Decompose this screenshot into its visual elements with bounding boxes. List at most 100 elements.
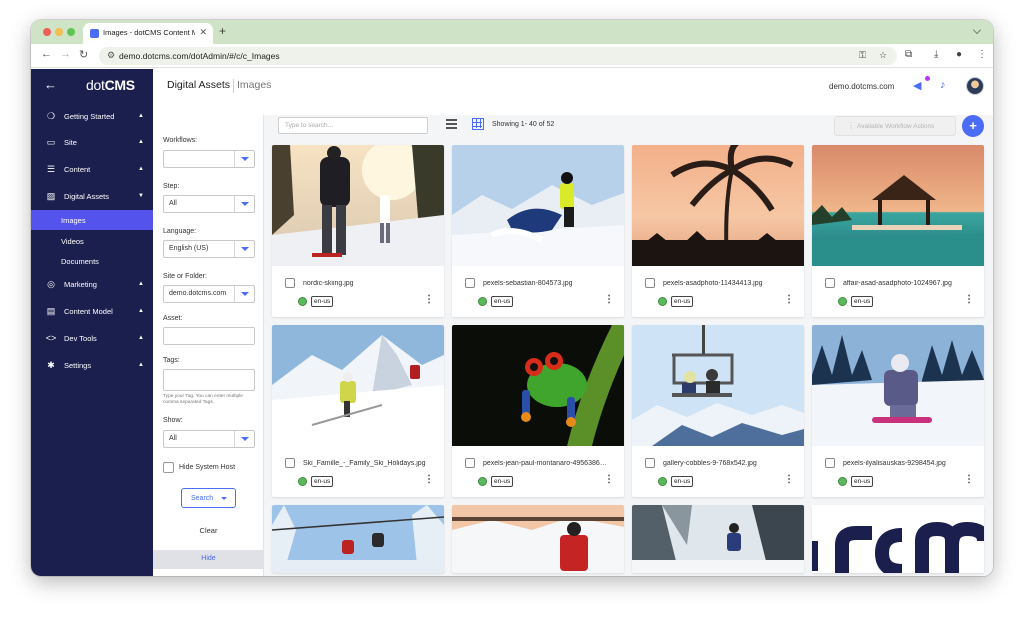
asset-title[interactable]: pexels-asadphoto-11434413.jpg xyxy=(663,280,788,287)
close-tab-icon[interactable]: ✕ xyxy=(199,27,207,38)
step-dropdown[interactable]: All xyxy=(163,195,255,213)
dropdown-caret-icon[interactable] xyxy=(234,151,254,167)
asset-thumbnail[interactable] xyxy=(632,145,804,266)
tags-input[interactable] xyxy=(163,369,255,391)
asset-card[interactable]: gallery-cobbles-9-768x542.jpg en-us ⋮ xyxy=(632,325,804,497)
profile-icon[interactable]: ● xyxy=(956,49,962,60)
more-actions-icon[interactable]: ⋮ xyxy=(964,475,974,485)
sidebar-subitem-videos[interactable]: Videos xyxy=(31,231,153,251)
asset-card[interactable]: pexels-ilyalisauskas-9298454.jpg en-us ⋮ xyxy=(812,325,984,497)
browser-menu-icon[interactable]: ⋮ xyxy=(977,49,987,60)
download-icon[interactable]: ⤓ xyxy=(934,49,938,60)
sidebar-item-content[interactable]: ☰ Content ▲ xyxy=(31,157,153,183)
asset-card[interactable]: nordic-skiing.jpg en-us ⋮ xyxy=(272,145,444,317)
sidebar-item-site[interactable]: ▭ Site ▲ xyxy=(31,130,153,156)
asset-thumbnail[interactable] xyxy=(632,505,804,573)
asset-thumbnail[interactable] xyxy=(452,505,624,573)
asset-title[interactable]: Ski_Famille_-_Family_Ski_Holidays.jpg xyxy=(303,460,428,467)
asset-thumbnail[interactable] xyxy=(632,325,804,446)
asset-thumbnail[interactable] xyxy=(452,325,624,446)
dropdown-caret-icon[interactable] xyxy=(234,286,254,302)
collapse-sidebar-arrow-icon[interactable]: ← xyxy=(44,77,57,92)
asset-card[interactable] xyxy=(272,505,444,573)
asset-title[interactable]: pexels-ilyalisauskas-9298454.jpg xyxy=(843,460,968,467)
sidebar-item-content-model[interactable]: ▤ Content Model ▲ xyxy=(31,299,153,325)
more-actions-icon[interactable]: ⋮ xyxy=(964,295,974,305)
clear-button[interactable]: Clear xyxy=(153,526,264,535)
asset-title[interactable]: pexels-jean-paul-montanaro-49563862-... xyxy=(483,460,608,467)
search-button[interactable]: Search xyxy=(181,488,236,508)
sidebar-item-marketing[interactable]: ◎ Marketing ▲ xyxy=(31,272,153,298)
address-bar[interactable]: ⚙ demo.dotcms.com/dotAdmin/#/c/c_Images … xyxy=(99,47,897,65)
list-view-icon[interactable] xyxy=(446,119,457,129)
sidebar-item-getting-started[interactable]: ❍ Getting Started ▲ xyxy=(31,104,153,130)
asset-title[interactable]: pexels-sebastian-804573.jpg xyxy=(483,280,608,287)
asset-card[interactable] xyxy=(452,505,624,573)
site-selector[interactable]: demo.dotcms.com xyxy=(829,82,894,91)
asset-thumbnail[interactable] xyxy=(452,145,624,266)
asset-thumbnail[interactable] xyxy=(272,505,444,573)
asset-card[interactable]: pexels-jean-paul-montanaro-49563862-... … xyxy=(452,325,624,497)
close-window-button[interactable] xyxy=(43,28,51,36)
hide-system-host-checkbox[interactable] xyxy=(163,462,174,473)
asset-input[interactable] xyxy=(163,327,255,345)
forward-arrow-icon[interactable]: → xyxy=(60,48,71,60)
more-actions-icon[interactable]: ⋮ xyxy=(424,475,434,485)
asset-select-checkbox[interactable] xyxy=(285,278,295,288)
tab-search-chevron-icon[interactable] xyxy=(973,26,981,34)
browser-tab[interactable]: Images - dotCMS Content Ma ✕ xyxy=(83,23,213,44)
dropdown-caret-icon[interactable] xyxy=(234,431,254,447)
asset-select-checkbox[interactable] xyxy=(465,458,475,468)
asset-card[interactable] xyxy=(632,505,804,573)
more-actions-icon[interactable]: ⋮ xyxy=(604,295,614,305)
key-icon[interactable]: ⚿ xyxy=(859,50,866,61)
asset-thumbnail[interactable] xyxy=(812,325,984,446)
asset-card[interactable] xyxy=(812,505,984,573)
asset-card[interactable]: pexels-asadphoto-11434413.jpg en-us ⋮ xyxy=(632,145,804,317)
minimize-window-button[interactable] xyxy=(55,28,63,36)
grid-view-icon[interactable] xyxy=(472,118,484,130)
asset-title[interactable]: nordic-skiing.jpg xyxy=(303,280,428,287)
reload-icon[interactable]: ↻ xyxy=(79,48,88,61)
asset-title[interactable]: affair-asad-asadphoto-1024967.jpg xyxy=(843,280,968,287)
sidebar-subitem-documents[interactable]: Documents xyxy=(31,251,153,271)
asset-thumbnail[interactable] xyxy=(812,145,984,266)
more-actions-icon[interactable]: ⋮ xyxy=(604,475,614,485)
new-tab-icon[interactable]: + xyxy=(219,24,226,38)
workflows-dropdown[interactable] xyxy=(163,150,255,168)
asset-select-checkbox[interactable] xyxy=(645,458,655,468)
asset-select-checkbox[interactable] xyxy=(285,458,295,468)
asset-title[interactable]: gallery-cobbles-9-768x542.jpg xyxy=(663,460,788,467)
site-folder-dropdown[interactable]: demo.dotcms.com xyxy=(163,285,255,303)
more-actions-icon[interactable]: ⋮ xyxy=(784,295,794,305)
sidebar-item-settings[interactable]: ✱ Settings ▲ xyxy=(31,353,153,379)
asset-thumbnail[interactable] xyxy=(272,145,444,266)
notifications-bell-icon[interactable]: ♪ xyxy=(940,79,946,91)
asset-select-checkbox[interactable] xyxy=(465,278,475,288)
asset-thumbnail[interactable] xyxy=(272,325,444,446)
back-arrow-icon[interactable]: ← xyxy=(41,48,52,60)
language-dropdown[interactable]: English (US) xyxy=(163,240,255,258)
asset-select-checkbox[interactable] xyxy=(645,278,655,288)
more-actions-icon[interactable]: ⋮ xyxy=(784,475,794,485)
asset-card[interactable]: Ski_Famille_-_Family_Ski_Holidays.jpg en… xyxy=(272,325,444,497)
asset-select-checkbox[interactable] xyxy=(825,278,835,288)
bookmark-star-icon[interactable]: ☆ xyxy=(879,50,887,61)
asset-select-checkbox[interactable] xyxy=(825,458,835,468)
more-actions-icon[interactable]: ⋮ xyxy=(424,295,434,305)
add-asset-button[interactable]: + xyxy=(962,115,984,137)
dropdown-caret-icon[interactable] xyxy=(234,196,254,212)
hide-filters-button[interactable]: Hide xyxy=(153,550,264,569)
sidebar-subitem-images[interactable]: Images xyxy=(31,210,153,230)
site-info-icon[interactable]: ⚙ xyxy=(107,50,115,61)
workflow-actions-button[interactable]: ⋮ Available Workflow Actions xyxy=(834,116,956,136)
show-dropdown[interactable]: All xyxy=(163,430,255,448)
dotcms-logo[interactable]: dotCMS xyxy=(86,77,135,93)
sidebar-item-dev-tools[interactable]: <> Dev Tools ▲ xyxy=(31,326,153,352)
user-avatar[interactable] xyxy=(966,77,984,95)
asset-thumbnail[interactable] xyxy=(812,505,984,573)
extensions-icon[interactable]: ⧉ xyxy=(905,49,912,60)
announcements-megaphone-icon[interactable]: ◀ xyxy=(913,79,921,92)
dropdown-caret-icon[interactable] xyxy=(234,241,254,257)
asset-card[interactable]: pexels-sebastian-804573.jpg en-us ⋮ xyxy=(452,145,624,317)
